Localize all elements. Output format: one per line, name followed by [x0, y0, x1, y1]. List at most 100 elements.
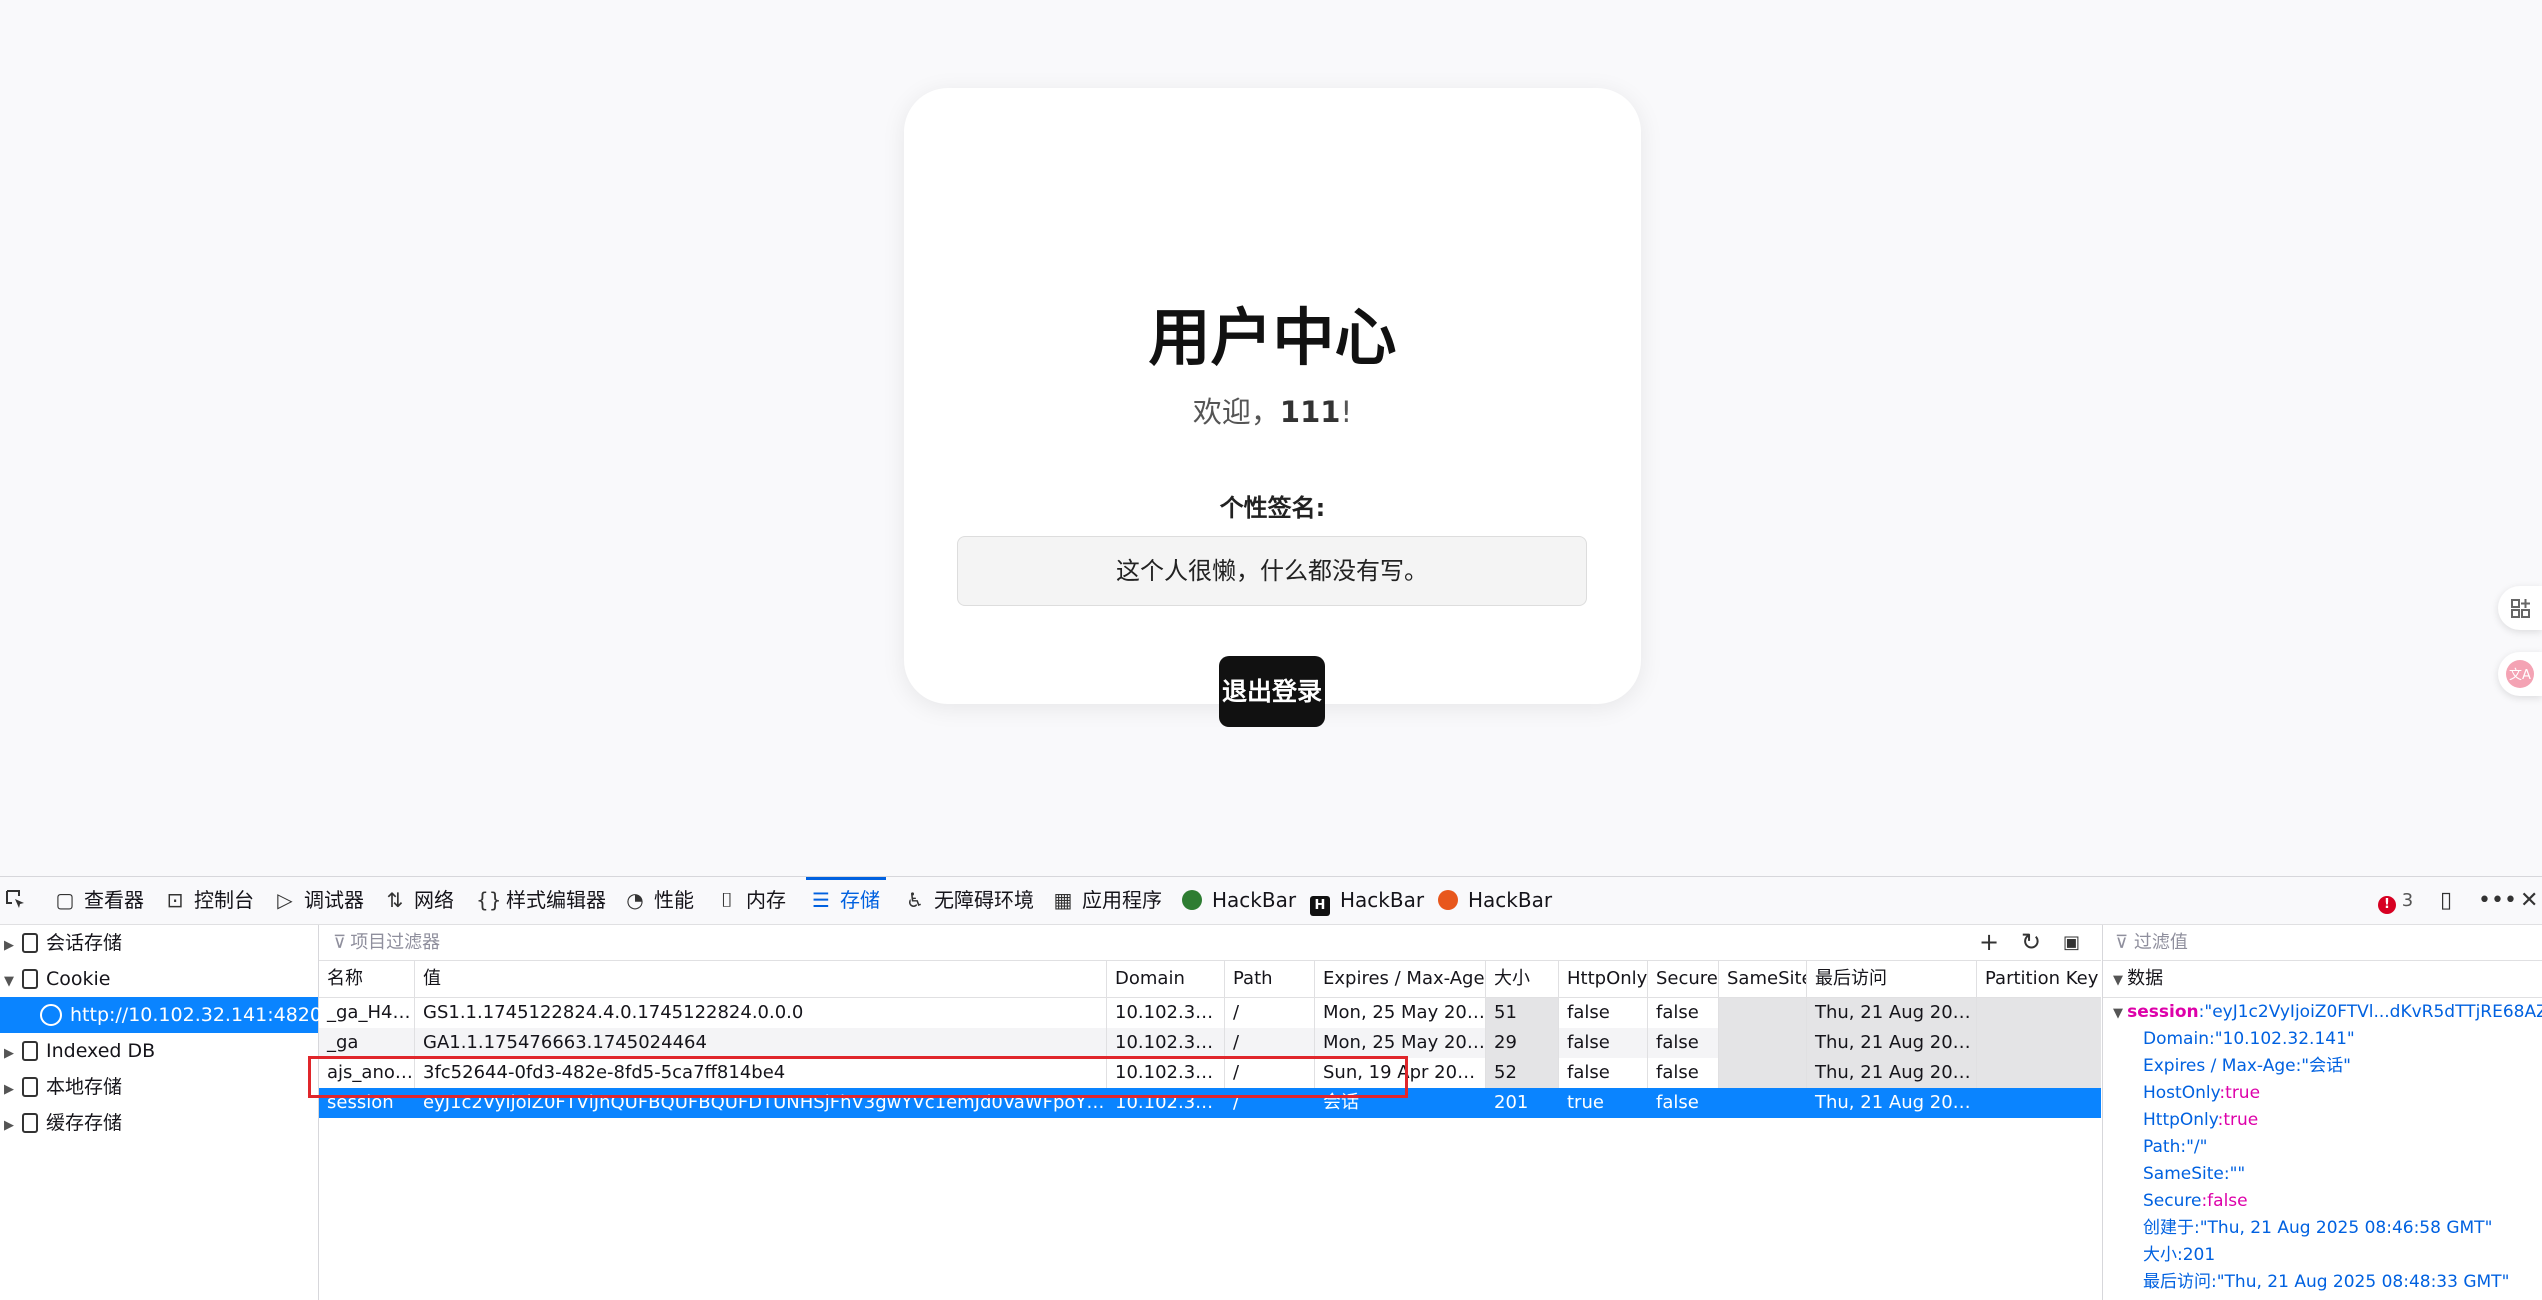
tab-inspector[interactable]: ▢ 查看器 — [54, 877, 144, 924]
cell-value: GA1.1.175476663.1745024464 — [415, 1028, 1107, 1058]
sidebar-item-cookie-host[interactable]: http://10.102.32.141:48208 — [0, 997, 334, 1033]
cell-samesite — [1719, 1058, 1807, 1088]
cell-httponly: false — [1559, 1058, 1648, 1088]
tab-memory[interactable]: ⌷ 内存 — [716, 877, 786, 924]
sidebar-item-cache-storage[interactable]: ▶ 缓存存储 — [0, 1105, 318, 1141]
cell-path: / — [1225, 1088, 1315, 1118]
data-session-entry[interactable]: ▼ session:"eyJ1c2VyIjoiZ0FTVl...dKvR5dTT… — [2113, 999, 2542, 1027]
chevron-down-icon: ▼ — [2113, 973, 2128, 988]
data-prop[interactable]: 最后访问:"Thu, 21 Aug 2025 08:48:33 GMT" — [2143, 1269, 2509, 1296]
tab-hackbar-2[interactable]: H HackBar — [1310, 877, 1424, 924]
sidebar-item-session-storage[interactable]: ▶ 会话存储 — [0, 925, 318, 961]
tab-hackbar-1[interactable]: HackBar — [1182, 877, 1296, 924]
data-prop[interactable]: 创建于:"Thu, 21 Aug 2025 08:46:58 GMT" — [2143, 1215, 2492, 1242]
cell-size: 201 — [1486, 1088, 1559, 1118]
tab-style-editor[interactable]: {} 样式编辑器 — [476, 877, 606, 924]
cell-samesite — [1719, 998, 1807, 1028]
tab-debugger[interactable]: ▷ 调试器 — [274, 877, 364, 924]
add-item-icon[interactable]: + — [1979, 925, 1999, 960]
data-prop[interactable]: Expires / Max-Age:"会话" — [2143, 1053, 2351, 1080]
tab-accessibility[interactable]: ♿ 无障碍环境 — [904, 877, 1034, 924]
tab-network[interactable]: ⇅ 网络 — [384, 877, 454, 924]
table-row-selected[interactable]: session eyJ1c2VyIjoiZ0FTVlJnQUFBQUFBQUFD… — [319, 1088, 2101, 1118]
cookie-data-panel: ⊽ 过滤值 ▼ 数据 ▼ session:"eyJ1c2VyIjoiZ0FTVl… — [2102, 925, 2542, 1300]
column-header[interactable]: Secure — [1648, 961, 1719, 997]
hackbar-orange-icon — [1438, 890, 1458, 910]
cell-httponly: false — [1559, 1028, 1648, 1058]
column-header[interactable]: 最后访问 — [1807, 961, 1977, 997]
more-options-icon[interactable]: ••• — [2478, 877, 2517, 924]
data-filter-input[interactable]: ⊽ 过滤值 — [2103, 925, 2542, 961]
cell-name: session — [319, 1088, 415, 1118]
data-prop[interactable]: Path:"/" — [2143, 1134, 2207, 1161]
element-picker-icon[interactable] — [4, 877, 28, 924]
welcome-text: 欢迎，111! — [904, 394, 1641, 430]
table-row[interactable]: _ga GA1.1.175476663.1745024464 10.102.32… — [319, 1028, 2101, 1058]
cookie-table-area: ⊽ 项目过滤器 + ↻ ▣ 名称 值 Domain Path Expires / … — [308, 925, 2101, 1300]
table-row[interactable]: ajs_anon... 3fc52644-0fd3-482e-8fd5-5ca7… — [319, 1058, 2101, 1088]
cell-value: GS1.1.1745122824.4.0.1745122824.0.0.0 — [415, 998, 1107, 1028]
storage-db-icon — [22, 1077, 38, 1097]
cell-value: eyJ1c2VyIjoiZ0FTVlJnQUFBQUFBQUFDTUNHSjFh… — [415, 1088, 1107, 1118]
toggle-sidebar-icon[interactable]: ▣ — [2063, 925, 2080, 960]
tab-storage[interactable]: ☰ 存储 — [806, 877, 886, 924]
cell-partition-key — [1977, 998, 2101, 1028]
data-prop[interactable]: SameSite:"" — [2143, 1161, 2245, 1188]
cell-partition-key — [1977, 1058, 2101, 1088]
storage-icon: ☰ — [812, 888, 830, 912]
cell-expires: Mon, 25 May 202... — [1315, 998, 1486, 1028]
sidebar-item-cookie[interactable]: ▼ Cookie — [0, 961, 318, 997]
column-header[interactable]: 大小 — [1486, 961, 1559, 997]
performance-icon: ◔ — [626, 888, 644, 912]
column-header[interactable]: 名称 — [319, 961, 415, 997]
sidebar-item-indexeddb[interactable]: ▶ Indexed DB — [0, 1033, 318, 1069]
apps-grid-icon[interactable] — [2498, 586, 2542, 630]
table-row[interactable]: _ga_H4T... GS1.1.1745122824.4.0.17451228… — [319, 998, 2101, 1028]
storage-db-icon — [22, 969, 38, 989]
translate-icon[interactable]: 文A — [2498, 652, 2542, 696]
refresh-icon[interactable]: ↻ — [2021, 925, 2041, 960]
data-section-header[interactable]: ▼ 数据 — [2103, 961, 2542, 998]
data-prop[interactable]: 大小:201 — [2143, 1242, 2215, 1269]
data-prop[interactable]: HttpOnly:true — [2143, 1107, 2258, 1134]
chevron-down-icon: ▼ — [4, 974, 14, 989]
close-icon[interactable]: ✕ — [2520, 877, 2538, 924]
column-header[interactable]: Expires / Max-Age — [1315, 961, 1486, 997]
tab-application[interactable]: ▦ 应用程序 — [1052, 877, 1162, 924]
tab-console[interactable]: ⊡ 控制台 — [164, 877, 254, 924]
item-filter-input[interactable]: ⊽ 项目过滤器 — [319, 925, 2101, 961]
cell-partition-key — [1977, 1028, 2101, 1058]
logout-button[interactable]: 退出登录 — [1219, 656, 1325, 727]
cell-partition-key — [1977, 1088, 2101, 1118]
column-header[interactable]: Domain — [1107, 961, 1225, 997]
network-icon: ⇅ — [386, 888, 404, 912]
style-editor-icon: {} — [476, 888, 502, 912]
cell-last-accessed: Thu, 21 Aug 2025 ... — [1807, 1058, 1977, 1088]
hackbar-h-icon: H — [1310, 896, 1330, 916]
filter-icon: ⊽ — [333, 932, 347, 953]
data-prop[interactable]: Domain:"10.102.32.141" — [2143, 1026, 2355, 1053]
console-icon: ⊡ — [166, 888, 184, 912]
tab-performance[interactable]: ◔ 性能 — [624, 877, 694, 924]
cell-secure: false — [1648, 1088, 1719, 1118]
devtools-toolbar: ▢ 查看器 ⊡ 控制台 ▷ 调试器 ⇅ 网络 {} 样式编辑器 ◔ 性能 ⌷ 内存 ☰ 存储 ♿… — [0, 877, 2542, 925]
column-header[interactable]: 值 — [415, 961, 1107, 997]
data-prop[interactable]: HostOnly:true — [2143, 1080, 2260, 1107]
column-header[interactable]: Path — [1225, 961, 1315, 997]
cell-name: _ga_H4T... — [319, 998, 415, 1028]
username: 111 — [1279, 395, 1341, 429]
chevron-right-icon: ▶ — [4, 1082, 14, 1097]
dock-side-icon[interactable]: ▯ — [2440, 877, 2452, 924]
cell-domain: 10.102.32.1... — [1107, 998, 1225, 1028]
sidebar-item-local-storage[interactable]: ▶ 本地存储 — [0, 1069, 318, 1105]
cell-expires: 会话 — [1315, 1088, 1486, 1118]
chevron-down-icon: ▼ — [2113, 1006, 2128, 1021]
column-header[interactable]: SameSite — [1719, 961, 1807, 997]
column-header[interactable]: Partition Key — [1977, 961, 2101, 997]
column-header[interactable]: HttpOnly — [1559, 961, 1648, 997]
cell-expires: Sun, 19 Apr 2026 ... — [1315, 1058, 1486, 1088]
cell-name: _ga — [319, 1028, 415, 1058]
data-prop[interactable]: Secure:false — [2143, 1188, 2248, 1215]
tab-hackbar-3[interactable]: HackBar — [1438, 877, 1552, 924]
error-counter[interactable]: ! 3 — [2378, 877, 2413, 924]
